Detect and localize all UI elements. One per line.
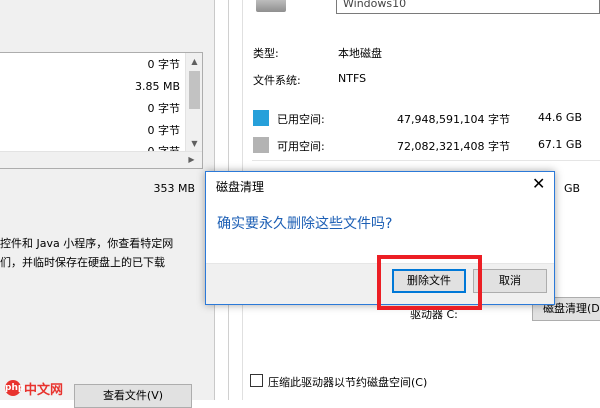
- close-icon[interactable]: ✕: [532, 174, 545, 194]
- filesystem-value: NTFS: [338, 72, 367, 85]
- free-space-swatch: [253, 137, 269, 153]
- total-size: 353 MB: [153, 182, 195, 195]
- scroll-up-icon[interactable]: ▲: [186, 57, 203, 66]
- list-item-size: 0 字节: [147, 58, 181, 71]
- used-space-bytes: 47,948,591,104 字节: [397, 113, 510, 126]
- dialog-title: 磁盘清理: [216, 180, 265, 194]
- description: 控件和 Java 小程序，你查看特定网 们，并临时保存在硬盘上的已下载: [0, 234, 210, 272]
- list-item-size: 0 字节: [147, 124, 181, 137]
- compress-checkbox[interactable]: [250, 374, 263, 387]
- divider: [252, 160, 600, 161]
- type-value: 本地磁盘: [338, 47, 382, 60]
- disk-cleanup-window: 0 字节 3.85 MB 0 字节 0 字节 0 字节 ▲ ▼ ▶ 353 MB…: [0, 0, 215, 408]
- watermark: php 中文网: [5, 378, 63, 398]
- free-space-size: 67.1 GB: [537, 138, 582, 151]
- horizontal-scrollbar[interactable]: ▶: [0, 151, 202, 168]
- used-space-swatch: [253, 110, 269, 126]
- description-line: 们，并临时保存在硬盘上的已下载: [0, 256, 165, 269]
- highlight-box: [377, 255, 482, 310]
- drive-name-input[interactable]: Windows10: [336, 0, 600, 14]
- confirm-delete-dialog: 磁盘清理 ✕ 确实要永久删除这些文件吗? 删除文件 取消: [205, 171, 555, 310]
- watermark-text: 中文网: [24, 382, 64, 398]
- view-files-button[interactable]: 查看文件(V): [74, 384, 192, 408]
- scroll-thumb[interactable]: [189, 71, 200, 109]
- drive-icon: [256, 0, 286, 12]
- list-item-size: 0 字节: [147, 102, 181, 115]
- scroll-down-icon[interactable]: ▼: [186, 139, 203, 148]
- used-space-label: 已用空间:: [277, 113, 325, 126]
- list-item-size: 3.85 MB: [134, 80, 180, 93]
- scroll-right-icon[interactable]: ▶: [183, 155, 200, 164]
- used-space-size: 44.6 GB: [537, 111, 582, 124]
- filesystem-label: 文件系统:: [253, 74, 301, 87]
- free-space-bytes: 72,082,321,408 字节: [397, 140, 510, 153]
- capacity-size: GB: [564, 182, 581, 195]
- vertical-scrollbar[interactable]: ▲ ▼: [185, 53, 202, 151]
- dialog-message: 确实要永久删除这些文件吗?: [217, 216, 393, 232]
- cancel-button[interactable]: 取消: [473, 269, 547, 293]
- free-space-label: 可用空间:: [277, 140, 325, 153]
- description-line: 控件和 Java 小程序，你查看特定网: [0, 237, 174, 250]
- php-logo-icon: php: [5, 380, 24, 396]
- compress-label: 压缩此驱动器以节约磁盘空间(C): [268, 376, 428, 389]
- file-list[interactable]: 0 字节 3.85 MB 0 字节 0 字节 0 字节 ▲ ▼ ▶: [0, 52, 203, 169]
- type-label: 类型:: [253, 47, 279, 60]
